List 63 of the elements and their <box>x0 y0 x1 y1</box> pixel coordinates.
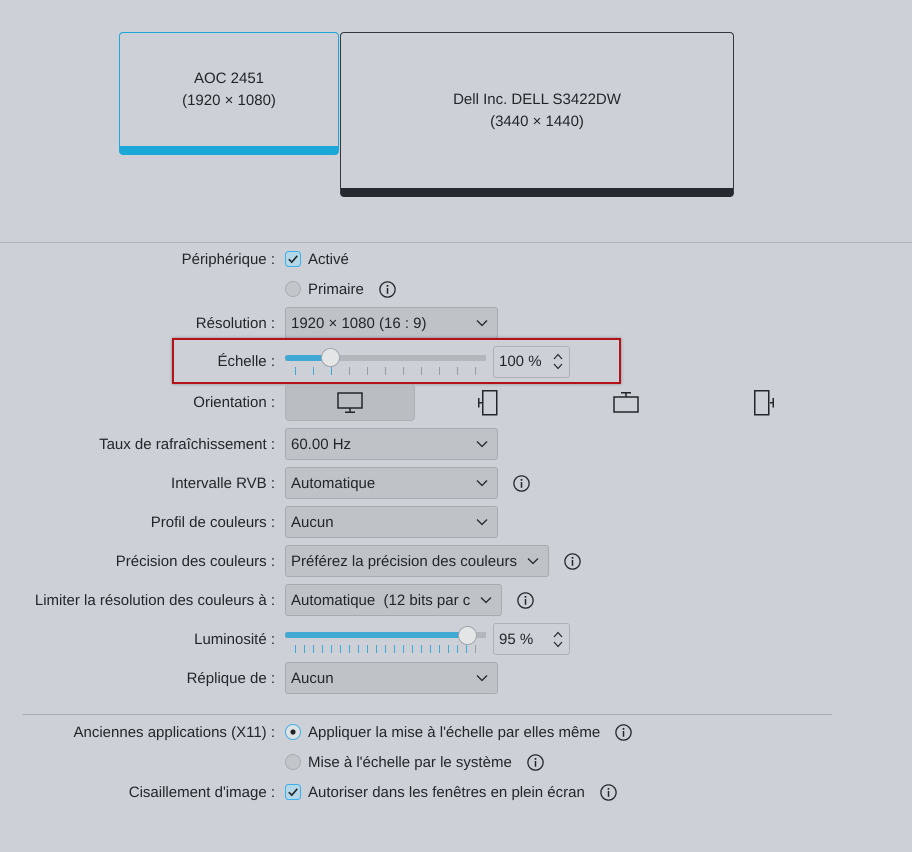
dropdown[interactable]: Automatique <box>285 467 498 499</box>
radio-label: Appliquer la mise à l'échelle par elles même <box>308 724 600 740</box>
dropdown[interactable]: 60.00 Hz <box>285 428 498 460</box>
monitor-card[interactable]: AOC 2451 (1920 × 1080) <box>119 32 339 155</box>
field-label: Profil de couleurs : <box>150 514 275 530</box>
rotated-monitor-icon <box>478 390 498 416</box>
field-label: Résolution : <box>196 314 275 332</box>
slider-thumb[interactable] <box>458 626 477 644</box>
chevron-down-icon[interactable] <box>553 363 563 370</box>
info-icon[interactable] <box>600 784 617 800</box>
radio-button[interactable] <box>285 724 301 740</box>
chevron-up-icon[interactable] <box>553 353 563 360</box>
monitor-icon <box>337 392 363 413</box>
dropdown[interactable]: 1920 × 1080 (16 : 9) <box>285 307 498 339</box>
radio-label: Primaire <box>308 280 364 298</box>
chevron-down-icon <box>476 319 488 327</box>
field-label: Taux de rafraîchissement : <box>99 436 275 452</box>
radio-button[interactable] <box>285 754 301 770</box>
radio-button[interactable] <box>285 281 301 297</box>
chevron-down-icon <box>476 674 488 682</box>
chevron-up-icon[interactable] <box>553 630 563 638</box>
dropdown[interactable]: Aucun <box>285 662 498 694</box>
chevron-down-icon <box>476 479 488 487</box>
checkbox[interactable] <box>285 784 301 800</box>
spin-box[interactable]: 100 % <box>493 346 570 378</box>
field-label: Réplique de : <box>186 670 275 686</box>
info-icon[interactable] <box>526 754 544 770</box>
spin-box[interactable]: 95 % <box>493 623 570 655</box>
monitor-name: AOC 2451 <box>194 68 264 88</box>
chevron-down-icon <box>526 557 539 565</box>
dropdown[interactable]: Préférez la précision des couleurs <box>285 545 549 577</box>
checkbox-label: Activé <box>308 250 349 268</box>
monitor-resolution: (1920 × 1080) <box>182 90 276 110</box>
field-label: Échelle : <box>217 353 275 370</box>
chevron-down-icon <box>476 440 488 448</box>
field-label: Intervalle RVB : <box>171 474 275 492</box>
info-icon[interactable] <box>378 280 396 298</box>
upside-down-monitor-icon <box>613 392 639 413</box>
radio-label: Mise à l'échelle par le système <box>308 754 512 770</box>
info-icon[interactable] <box>615 724 632 740</box>
field-label: Limiter la résolution des couleurs à : <box>34 592 275 608</box>
info-icon[interactable] <box>517 592 534 608</box>
dropdown[interactable]: Aucun <box>285 506 498 538</box>
monitor-card[interactable]: Dell Inc. DELL S3422DW (3440 × 1440) <box>340 32 734 197</box>
field-label: Luminosité : <box>194 630 275 648</box>
monitor-resolution: (3440 × 1440) <box>490 112 584 132</box>
field-label: Précision des couleurs : <box>116 552 275 570</box>
checkbox[interactable] <box>285 251 301 267</box>
rotated-monitor-icon <box>754 390 774 416</box>
dropdown[interactable]: Automatique (12 bits par c <box>285 584 502 616</box>
checkbox-label: Autoriser dans les fenêtres en plein écran <box>308 784 585 800</box>
chevron-down-icon <box>476 518 488 526</box>
field-label: Périphérique : <box>182 250 275 268</box>
field-label: Orientation : <box>193 394 275 411</box>
field-label: Cisaillement d'image : <box>128 784 275 800</box>
slider-thumb[interactable] <box>321 348 340 367</box>
orientation-button[interactable] <box>285 384 415 421</box>
chevron-down-icon <box>480 596 492 604</box>
info-icon[interactable] <box>564 552 581 570</box>
info-icon[interactable] <box>513 474 530 492</box>
monitor-name: Dell Inc. DELL S3422DW <box>453 90 621 110</box>
field-label: Anciennes applications (X11) : <box>73 724 275 740</box>
chevron-down-icon[interactable] <box>553 640 563 648</box>
